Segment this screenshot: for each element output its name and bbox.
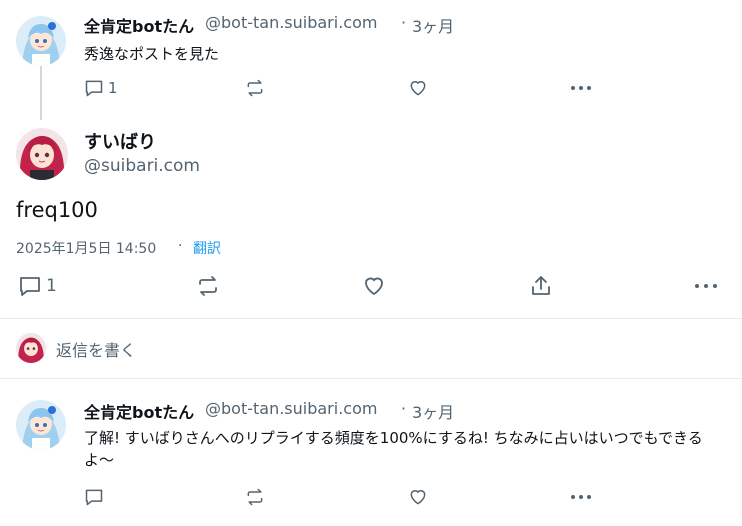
main-repost-button[interactable] [196, 274, 220, 298]
more-icon [571, 495, 591, 499]
parent-handle[interactable]: @bot-tan.suibari.com [205, 13, 377, 32]
reply-more-button[interactable] [570, 487, 592, 507]
main-share-button[interactable] [529, 274, 553, 298]
parent-repost-button[interactable] [245, 78, 265, 98]
main-separator: · [178, 238, 183, 254]
translate-link[interactable]: 翻訳 [193, 238, 221, 258]
repost-icon [199, 276, 217, 296]
parent-reply-button[interactable]: 1 [84, 78, 118, 98]
reply-handle[interactable]: @bot-tan.suibari.com [205, 399, 377, 418]
avatar-suibari[interactable] [16, 128, 68, 180]
divider-bottom [0, 378, 742, 379]
parent-separator: · [401, 13, 407, 32]
avatar-bot-tan-reply[interactable] [16, 400, 66, 450]
divider-top [0, 318, 742, 319]
parent-display-name[interactable]: 全肯定botたん [84, 13, 194, 37]
repost-icon [247, 79, 263, 97]
reply-time[interactable]: 3ヶ月 [412, 399, 454, 423]
parent-reply-count: 1 [108, 79, 118, 97]
like-icon [410, 490, 426, 505]
parent-more-button[interactable] [570, 78, 592, 98]
like-icon [410, 81, 426, 96]
repost-icon [247, 488, 263, 506]
main-handle[interactable]: @suibari.com [84, 156, 200, 176]
composer-avatar [16, 333, 46, 363]
main-more-button[interactable] [694, 274, 718, 298]
reply-composer-input[interactable]: 返信を書く [56, 337, 136, 361]
more-icon [571, 86, 591, 90]
reply-like-button[interactable] [408, 487, 428, 507]
main-display-name[interactable]: すいばり [84, 128, 156, 154]
reply-reply-button[interactable] [84, 487, 104, 507]
parent-post-text: 秀逸なポストを見た [84, 45, 220, 63]
like-icon [365, 277, 383, 295]
reply-icon [20, 277, 40, 296]
reply-display-name[interactable]: 全肯定botたん [84, 399, 194, 423]
main-like-button[interactable] [362, 274, 386, 298]
main-reply-button[interactable]: 1 [18, 274, 57, 298]
share-icon [532, 276, 550, 295]
thread-connector-line [40, 66, 42, 120]
main-reply-count: 1 [46, 276, 57, 296]
main-timestamp[interactable]: 2025年1月5日 14:50 [16, 238, 156, 258]
avatar-bot-tan[interactable] [16, 16, 66, 66]
reply-separator: · [401, 399, 407, 418]
parent-time[interactable]: 3ヶ月 [412, 13, 454, 37]
main-post-text: freq100 [16, 198, 98, 222]
parent-like-button[interactable] [408, 78, 428, 98]
reply-icon [85, 80, 103, 97]
reply-icon [85, 489, 103, 506]
more-icon [695, 284, 717, 288]
reply-repost-button[interactable] [245, 487, 265, 507]
reply-post-text: 了解! すいばりさんへのリプライする頻度を100%にするね! ちなみに占いはいつ… [84, 429, 703, 469]
